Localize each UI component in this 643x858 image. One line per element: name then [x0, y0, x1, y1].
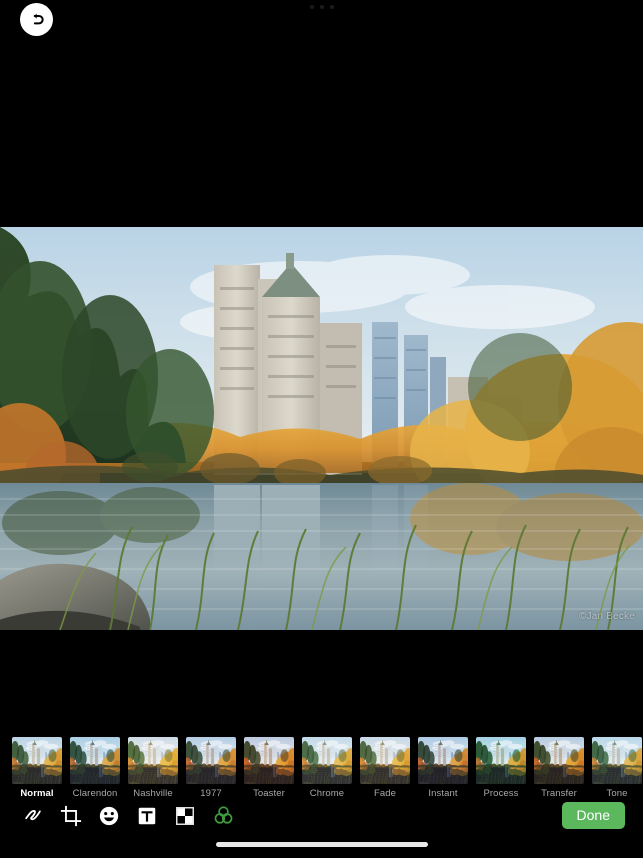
- color-circles-icon: [212, 804, 235, 832]
- filter-label: Fade: [373, 788, 397, 799]
- filter-overlay: [534, 737, 584, 784]
- undo-arrow-icon: [27, 10, 47, 30]
- filter-item-nashville[interactable]: Nashville: [128, 737, 178, 799]
- filter-thumbnail: [534, 737, 584, 784]
- filter-thumbnail: [244, 737, 294, 784]
- filter-thumbnail: [592, 737, 642, 784]
- editor-toolbar: Done: [0, 799, 643, 837]
- filter-label: Normal: [20, 788, 54, 799]
- adjust-tool-button[interactable]: [166, 803, 204, 833]
- page-dot: [329, 5, 334, 9]
- checkerboard-icon: [174, 805, 196, 832]
- filter-item-toaster[interactable]: Toaster: [244, 737, 294, 799]
- draw-tool-button[interactable]: [14, 803, 52, 833]
- filter-thumbnail: [418, 737, 468, 784]
- filter-item-tone[interactable]: Tone: [592, 737, 642, 799]
- filter-label: Nashville: [133, 788, 173, 799]
- smiley-icon: [98, 805, 120, 832]
- filter-overlay: [186, 737, 236, 784]
- filter-item-1977[interactable]: 1977: [186, 737, 236, 799]
- filter-thumbnail: [70, 737, 120, 784]
- page-indicator-dots: [0, 5, 643, 9]
- filter-item-process[interactable]: Process: [476, 737, 526, 799]
- top-bar: [0, 0, 643, 227]
- filter-overlay: [476, 737, 526, 784]
- page-dot: [309, 5, 314, 9]
- text-t-icon: [136, 805, 158, 832]
- filter-thumbnail: [302, 737, 352, 784]
- filter-thumbnail-image: [12, 737, 62, 784]
- filter-thumbnail: [360, 737, 410, 784]
- filter-tool-button[interactable]: [204, 803, 242, 833]
- photo-canvas[interactable]: ©Jan Becke: [0, 227, 643, 630]
- crop-icon: [60, 805, 82, 832]
- filter-label: Tone: [606, 788, 628, 799]
- filter-label: Chrome: [309, 788, 345, 799]
- done-button[interactable]: Done: [561, 802, 625, 829]
- filter-overlay: [360, 737, 410, 784]
- filter-thumbnail: [186, 737, 236, 784]
- filter-item-instant[interactable]: Instant: [418, 737, 468, 799]
- filter-item-normal[interactable]: Normal: [12, 737, 62, 799]
- filter-label: Transfer: [541, 788, 577, 799]
- filter-item-fade[interactable]: Fade: [360, 737, 410, 799]
- home-indicator: [215, 842, 428, 847]
- page-dot: [319, 5, 324, 9]
- photo-image: [0, 227, 643, 630]
- filter-thumbnail: [476, 737, 526, 784]
- filter-overlay: [70, 737, 120, 784]
- filter-overlay: [302, 737, 352, 784]
- filter-overlay: [128, 737, 178, 784]
- scribble-icon: [22, 805, 44, 832]
- filter-item-clarendon[interactable]: Clarendon: [70, 737, 120, 799]
- filter-thumbnail: [12, 737, 62, 784]
- filter-carousel[interactable]: Normal Clarendon Nashville 1977 Toaster …: [0, 737, 643, 799]
- filter-label: Clarendon: [72, 788, 118, 799]
- filter-thumbnail: [128, 737, 178, 784]
- crop-tool-button[interactable]: [52, 803, 90, 833]
- filter-overlay: [244, 737, 294, 784]
- filter-label: Toaster: [253, 788, 285, 799]
- filter-item-chrome[interactable]: Chrome: [302, 737, 352, 799]
- sticker-tool-button[interactable]: [90, 803, 128, 833]
- filter-label: 1977: [200, 788, 222, 799]
- filter-item-transfer[interactable]: Transfer: [534, 737, 584, 799]
- filter-label: Instant: [428, 788, 458, 799]
- filter-label: Process: [483, 788, 519, 799]
- filter-overlay: [418, 737, 468, 784]
- text-tool-button[interactable]: [128, 803, 166, 833]
- filter-overlay: [592, 737, 642, 784]
